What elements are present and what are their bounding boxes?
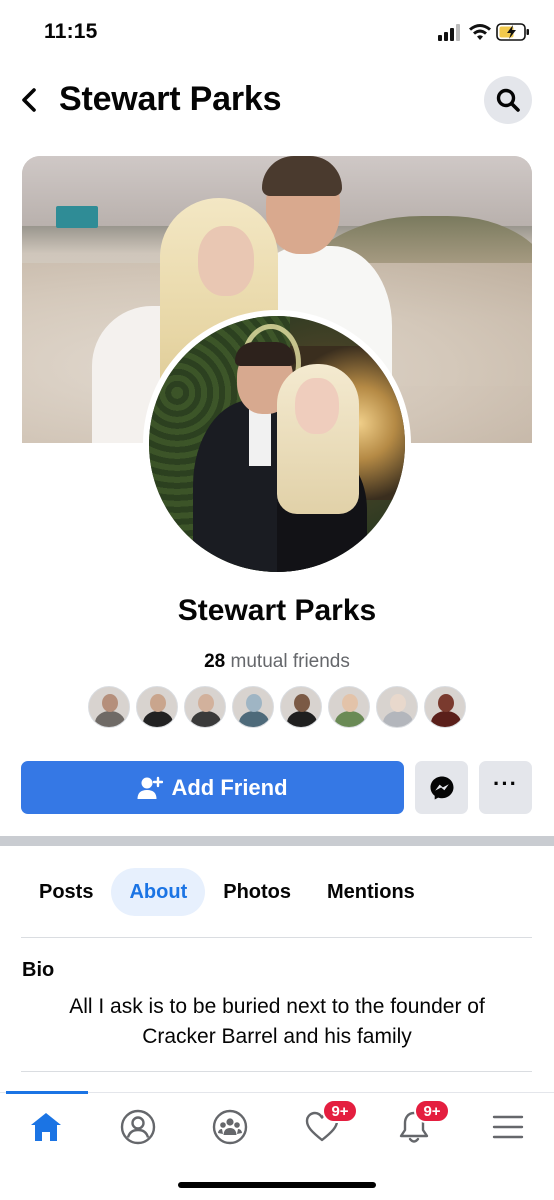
mutual-friend-avatar[interactable] [136, 686, 178, 728]
mutual-friends-avatars [88, 686, 468, 728]
nav-menu[interactable] [478, 1103, 538, 1151]
mutual-friends-count: 28 [204, 651, 226, 672]
more-options-icon: ··· [493, 770, 518, 796]
back-button[interactable] [14, 82, 44, 118]
status-time: 11:15 [44, 20, 98, 43]
status-bar: 11:15 [0, 0, 554, 64]
chevron-left-icon [22, 88, 36, 112]
message-button[interactable] [415, 761, 468, 814]
mutual-friend-avatar[interactable] [424, 686, 466, 728]
add-friend-label: Add Friend [171, 774, 288, 800]
profile-name: Stewart Parks [177, 594, 377, 627]
home-icon [31, 1113, 61, 1141]
search-button[interactable] [484, 76, 532, 124]
nav-groups[interactable] [200, 1103, 260, 1151]
messenger-icon [430, 776, 453, 799]
tab-about[interactable]: About [111, 868, 206, 916]
battery-charging-icon [496, 23, 529, 41]
add-friend-button[interactable]: Add Friend [21, 761, 404, 814]
add-friend-icon [137, 776, 164, 799]
profile-picture[interactable] [143, 310, 411, 578]
profile-tabs: Posts About Photos Mentions [21, 868, 532, 916]
cover-beach-hut [56, 206, 98, 228]
bio-heading: Bio [22, 959, 55, 981]
tab-mentions[interactable]: Mentions [309, 868, 433, 916]
section-divider [0, 836, 554, 846]
mutual-friend-avatar[interactable] [280, 686, 322, 728]
home-indicator [178, 1182, 376, 1188]
cellular-signal-icon [438, 24, 462, 41]
mutual-friends-link[interactable]: 28 mutual friends [0, 651, 554, 673]
nav-notifications[interactable]: 9+ [384, 1099, 450, 1151]
mutual-friend-avatar[interactable] [88, 686, 130, 728]
bio-text: All I ask is to be buried next to the fo… [69, 995, 485, 1048]
wifi-icon [469, 24, 491, 40]
nav-home[interactable] [16, 1103, 76, 1151]
mutual-friend-avatar[interactable] [184, 686, 226, 728]
tab-photos[interactable]: Photos [205, 868, 309, 916]
dating-badge: 9+ [322, 1099, 358, 1123]
nav-profile[interactable] [108, 1103, 168, 1151]
notifications-badge: 9+ [414, 1099, 450, 1123]
profile-header: Stewart Parks [0, 64, 554, 140]
nav-dating[interactable]: 9+ [292, 1099, 358, 1151]
page-title: Stewart Parks [59, 80, 282, 118]
active-tab-indicator [6, 1091, 88, 1094]
search-icon [496, 88, 520, 112]
mutual-friend-avatar[interactable] [232, 686, 274, 728]
mutual-friends-label: mutual friends [230, 651, 350, 672]
more-options-button[interactable]: ··· [479, 761, 532, 814]
tabs-divider [21, 937, 532, 938]
tab-posts[interactable]: Posts [21, 868, 111, 916]
groups-icon [212, 1109, 248, 1145]
mutual-friend-avatar[interactable] [328, 686, 370, 728]
profile-icon [120, 1109, 156, 1145]
menu-icon [492, 1115, 524, 1139]
bio-divider [21, 1071, 532, 1072]
mutual-friend-avatar[interactable] [376, 686, 418, 728]
